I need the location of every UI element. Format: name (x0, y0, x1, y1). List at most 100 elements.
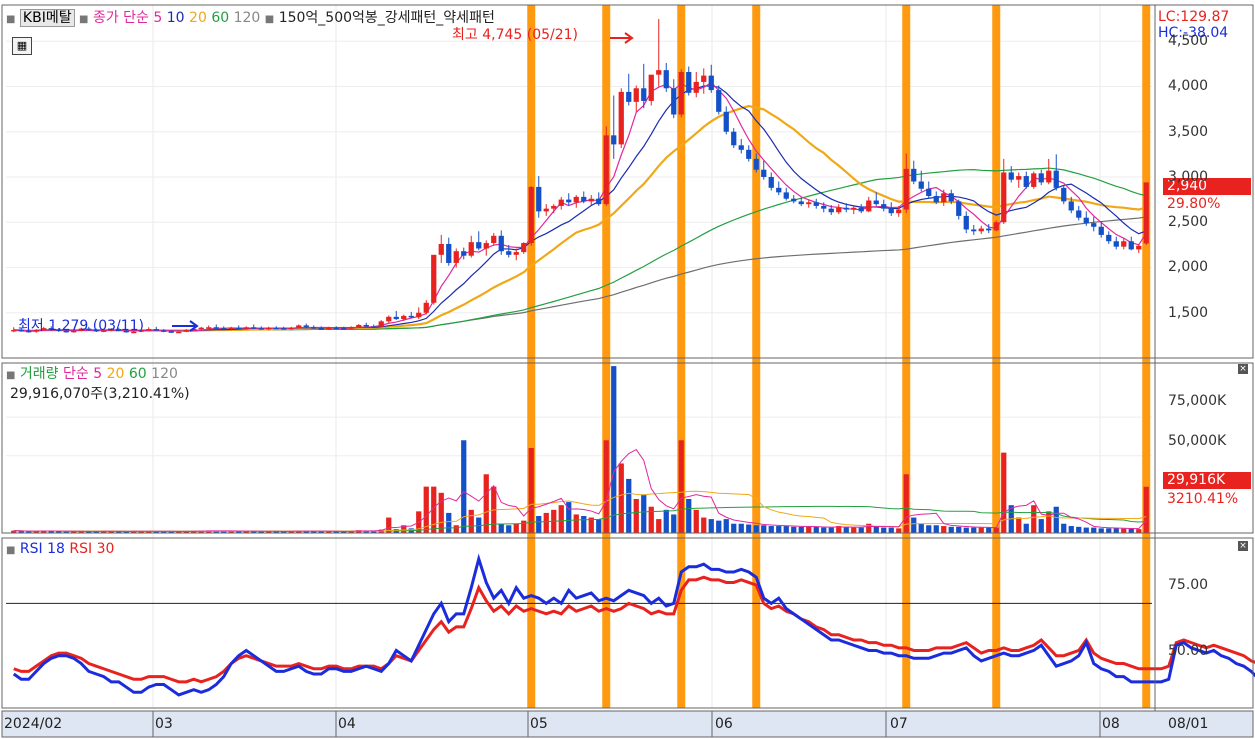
volume-bar (806, 526, 812, 533)
candle-body (1136, 245, 1142, 250)
table-grid-icon[interactable]: ▦ (12, 37, 32, 55)
candle-body (168, 331, 174, 333)
current-volume-pct: 3210.41% (1167, 491, 1239, 507)
candle-body (693, 81, 699, 93)
rsi18-label[interactable]: RSI 18 (20, 541, 65, 557)
candle-body (371, 326, 377, 328)
candle-body (581, 196, 587, 202)
candle-body (611, 135, 617, 145)
pattern-highlight-bar (752, 5, 761, 708)
volume-bar (1038, 519, 1044, 533)
candle-body (1128, 241, 1134, 250)
candle-body (866, 200, 872, 212)
price-legend: ■ KBI메탈 ■ 종가 단순 5 10 20 60 120 ■ 150억_50… (6, 9, 495, 28)
candle-body (641, 88, 647, 101)
candle-body (483, 243, 489, 249)
candle-body (903, 168, 909, 210)
volume-tick-50000k: 50,000K (1168, 433, 1227, 449)
candle-body (273, 327, 279, 330)
volume-title[interactable]: 거래량 (20, 366, 59, 382)
volume-bar (746, 524, 752, 533)
volume-ma120[interactable]: 120 (151, 366, 178, 382)
candle-body (1038, 173, 1044, 183)
close-label[interactable]: 종가 (93, 10, 119, 26)
candle-body (146, 329, 152, 331)
pattern-label[interactable]: 150억_500억봉_강세패턴_약세패턴 (279, 10, 495, 26)
candle-body (281, 328, 287, 330)
volume-bar (1113, 528, 1119, 533)
ma120-label[interactable]: 120 (234, 10, 261, 26)
price-tick-3500: 3,500 (1168, 123, 1209, 140)
volume-bar (918, 523, 924, 533)
volume-bar (536, 516, 542, 533)
rsi-tick-75: 75.00 (1168, 577, 1209, 593)
candle-body (798, 201, 804, 205)
candle-body (221, 328, 227, 330)
candle-body (318, 328, 324, 330)
volume-panel-close-icon[interactable]: × (1238, 364, 1248, 374)
candle-body (911, 168, 917, 182)
candle-body (251, 327, 257, 329)
volume-bar (513, 523, 519, 533)
volume-bar (716, 520, 722, 533)
volume-bar (558, 505, 564, 533)
candle-body (206, 327, 212, 329)
price-tick-3000: 3,000 (1168, 168, 1209, 185)
candle-body (558, 199, 564, 206)
candle-body (153, 329, 159, 331)
ma20-label[interactable]: 20 (189, 10, 207, 26)
current-volume-badge: 29,916K (1163, 472, 1251, 489)
price-tick-2500: 2,500 (1168, 214, 1209, 231)
candle-body (783, 192, 789, 199)
volume-bar (618, 463, 624, 533)
pattern-highlight-bar (992, 5, 1001, 708)
volume-bar (453, 525, 459, 533)
rsi-legend: ■ RSI 18 RSI 30 (6, 541, 114, 559)
panel-bullet-icon: ■ (6, 14, 16, 25)
candle-body (1016, 176, 1022, 180)
candle-body (551, 205, 557, 209)
rsi-tick-50: 50.00 (1168, 643, 1209, 659)
candle-body (678, 71, 684, 115)
stock-name-box[interactable]: KBI메탈 (19, 9, 75, 27)
candle-body (266, 327, 272, 330)
ma60-label[interactable]: 60 (211, 10, 229, 26)
rsi-panel-close-icon[interactable]: × (1238, 541, 1248, 551)
current-change-text: 29.80% (1167, 196, 1221, 212)
volume-ma5[interactable]: 5 (93, 366, 102, 382)
volume-bar (941, 526, 947, 533)
volume-bar (828, 527, 834, 533)
volume-bar (986, 527, 992, 533)
candle-body (303, 325, 309, 328)
volume-ma-type[interactable]: 단순 (63, 366, 89, 382)
candle-body (378, 321, 384, 327)
volume-tick-75000k: 75,000K (1168, 393, 1227, 409)
ma5-label[interactable]: 5 (153, 10, 162, 26)
volume-bar (1121, 528, 1127, 533)
candle-body (686, 71, 692, 93)
volume-bar (686, 499, 692, 533)
candle-body (828, 208, 834, 213)
candle-body (1076, 210, 1082, 218)
volume-bar (678, 440, 684, 533)
volume-bar (543, 512, 549, 533)
volume-ma60[interactable]: 60 (129, 366, 147, 382)
volume-bar (731, 523, 737, 533)
candle-body (296, 325, 302, 328)
candle-body (633, 88, 639, 102)
volume-bar (971, 527, 977, 533)
high-annotation: 최고 4,745 (05/21) (452, 27, 579, 43)
low-annotation: 최저 1,279 (03/11) (18, 318, 145, 334)
rsi30-label[interactable]: RSI 30 (69, 541, 114, 557)
ma10-label[interactable]: 10 (167, 10, 185, 26)
volume-bar (798, 526, 804, 533)
candle-body (513, 252, 519, 255)
candle-body (791, 198, 797, 202)
rsi-bullet-icon: ■ (6, 545, 16, 556)
stock-chart[interactable] (0, 0, 1255, 739)
candle-body (498, 235, 504, 252)
volume-ma20[interactable]: 20 (107, 366, 125, 382)
pattern-highlight-bar (602, 5, 611, 708)
ma-type-label[interactable]: 단순 (123, 10, 149, 26)
candle-body (843, 207, 849, 210)
